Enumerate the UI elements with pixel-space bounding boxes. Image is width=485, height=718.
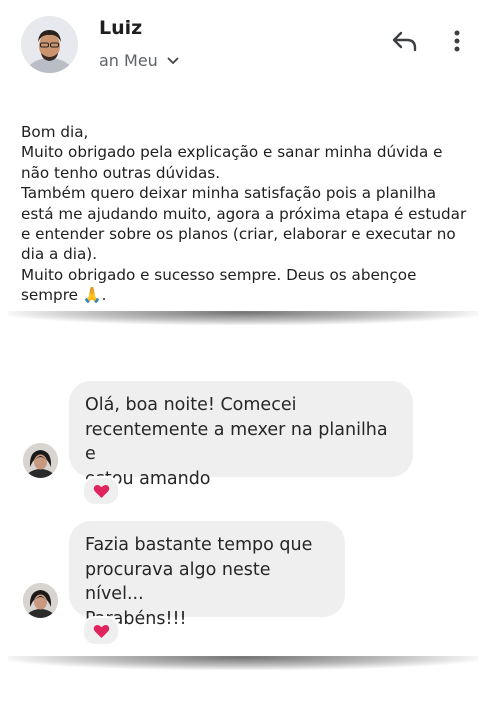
message-bubble[interactable]: Fazia bastante tempo que procurava algo … (69, 521, 345, 629)
message-line: estou amando (85, 468, 211, 489)
message-line: procurava algo neste nível... (85, 559, 271, 605)
chat-avatar[interactable] (23, 583, 58, 618)
message-line: Olá, boa noite! Comecei (85, 395, 297, 415)
email-line: Muito obrigado pela explicação e sanar m… (21, 143, 443, 182)
email-body: Bom dia, Muito obrigado pela explicação … (21, 122, 471, 306)
chat-avatar[interactable] (23, 443, 58, 478)
more-vert-icon (454, 30, 460, 52)
reply-icon (392, 31, 417, 52)
sender-name: Luiz (99, 17, 143, 39)
heart-reaction[interactable] (82, 476, 120, 506)
email-line: Também quero deixar minha satisfação poi… (21, 184, 467, 264)
sender-avatar[interactable] (21, 16, 78, 73)
email-card: Luiz an Meu Bom dia, Muito obrigado pela… (0, 0, 485, 316)
reply-button[interactable] (390, 27, 420, 55)
user-photo (23, 443, 58, 478)
email-line: Bom dia, (21, 123, 89, 141)
recipient-label: an Meu (99, 51, 158, 70)
more-options-button[interactable] (445, 27, 469, 55)
message-line: Parabéns!!! (85, 608, 187, 629)
heart-icon (93, 484, 109, 498)
message-line: Fazia bastante tempo que (85, 535, 313, 555)
sender-photo (21, 16, 78, 73)
message-line: recentemente a mexer na planilha e (85, 419, 388, 465)
email-line: Muito obrigado e sucesso sempre. Deus os… (21, 265, 417, 305)
card-shadow (8, 656, 478, 670)
recipient-dropdown[interactable]: an Meu (99, 51, 180, 70)
chevron-down-icon (167, 57, 179, 64)
message-bubble[interactable]: Olá, boa noite! Comecei recentemente a m… (69, 381, 413, 489)
heart-reaction[interactable] (82, 616, 120, 646)
card-shadow (8, 311, 478, 325)
user-photo (23, 583, 58, 618)
heart-icon (93, 624, 109, 638)
